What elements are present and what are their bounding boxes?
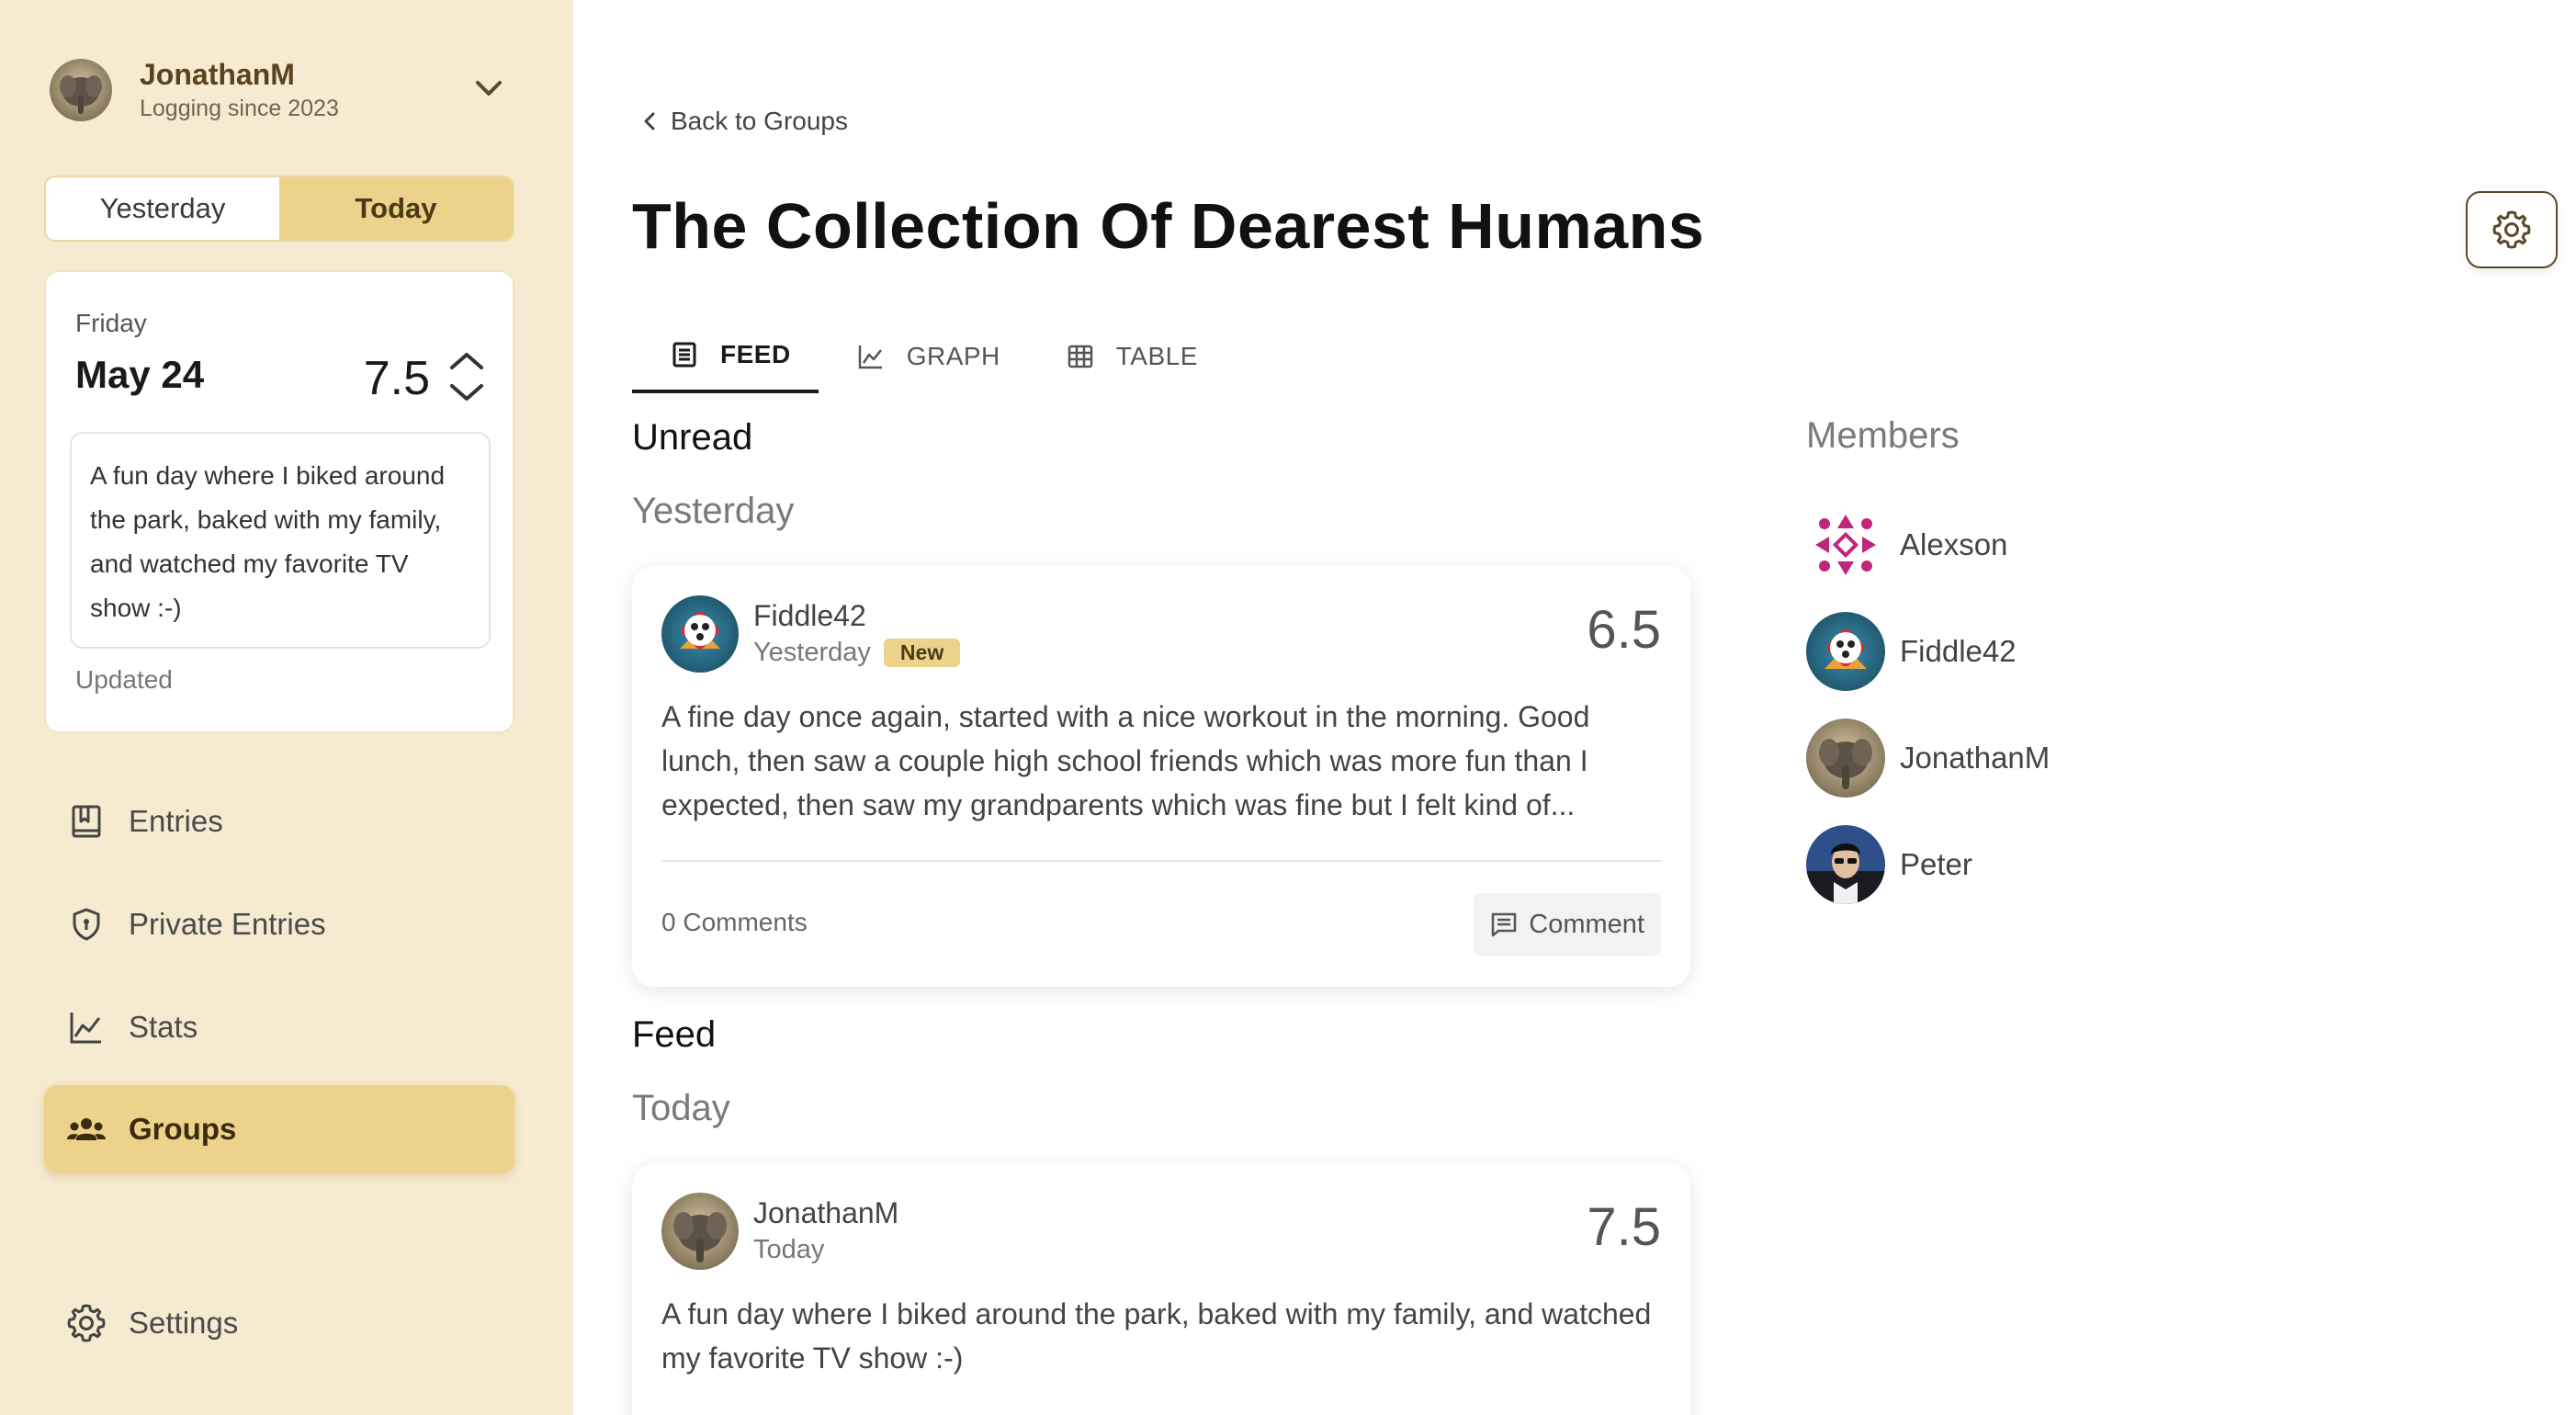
post-meta: Today	[753, 1235, 824, 1265]
comment-icon	[1492, 912, 1517, 937]
entry-weekday: Friday	[75, 309, 147, 337]
post-score: 6.5	[1587, 600, 1661, 660]
post-meta: Yesterday New	[753, 638, 961, 668]
avatar	[1806, 719, 1885, 798]
post-author[interactable]: Fiddle42	[753, 599, 866, 633]
shield-icon	[66, 904, 107, 945]
feed-heading: Feed	[632, 1014, 717, 1055]
tab-table[interactable]: TABLE	[1028, 320, 1226, 393]
entry-date: May 24	[75, 353, 205, 396]
new-badge: New	[883, 639, 961, 667]
post-score: 7.5	[1587, 1197, 1661, 1257]
avatar	[1806, 612, 1885, 691]
member-name: JonathanM	[1900, 741, 2051, 775]
score-stepper[interactable]	[446, 349, 487, 404]
unread-heading: Unread	[632, 417, 753, 458]
chevron-down-icon[interactable]	[469, 68, 509, 108]
post-card[interactable]: JonathanM Today 7.5 A fun day where I bi…	[632, 1163, 1690, 1415]
entry-score: 7.5	[363, 352, 430, 405]
comment-button-label: Comment	[1529, 909, 1644, 939]
sidebar-item-label: Stats	[129, 1010, 198, 1044]
sidebar-item-label: Entries	[129, 804, 223, 838]
unread-date-group: Yesterday	[632, 491, 795, 531]
day-entry-card: Friday May 24 7.5 A fun day where I bike…	[44, 270, 514, 733]
sidebar-item-settings[interactable]: Settings	[44, 1279, 514, 1367]
tab-label: TABLE	[1115, 342, 1198, 370]
avatar	[1806, 825, 1885, 904]
divider	[661, 860, 1661, 862]
user-subtitle: Logging since 2023	[140, 96, 339, 121]
gear-icon	[2492, 210, 2531, 249]
day-toggle: Yesterday Today	[44, 175, 514, 242]
post-body: A fun day where I biked around the park,…	[661, 1297, 1652, 1375]
sidebar-item-private-entries[interactable]: Private Entries	[44, 880, 514, 968]
member-name: Alexson	[1900, 527, 2008, 561]
line-chart-icon	[66, 1007, 107, 1047]
sidebar-item-stats[interactable]: Stats	[44, 983, 514, 1071]
sidebar: JonathanM Logging since 2023 Yesterday T…	[0, 0, 573, 1415]
member-name: Peter	[1900, 847, 1972, 881]
today-button[interactable]: Today	[279, 177, 513, 240]
avatar	[50, 59, 112, 121]
member-name: Fiddle42	[1900, 634, 2017, 668]
book-icon	[66, 801, 107, 842]
post-card[interactable]: Fiddle42 Yesterday New 6.5 A fine day on…	[632, 566, 1690, 987]
avatar	[1806, 505, 1885, 584]
post-date: Yesterday	[753, 638, 871, 667]
feed-icon	[672, 342, 696, 368]
post-body: A fine day once again, started with a ni…	[661, 700, 1590, 821]
line-chart-icon	[858, 345, 882, 369]
member-item[interactable]: Fiddle42	[1806, 612, 2017, 691]
chevron-left-icon	[644, 112, 655, 130]
sidebar-item-label: Groups	[129, 1112, 237, 1146]
back-link-label: Back to Groups	[671, 107, 848, 135]
sidebar-item-label: Private Entries	[129, 907, 326, 941]
back-to-groups-link[interactable]: Back to Groups	[641, 107, 848, 136]
member-item[interactable]: Alexson	[1806, 505, 2007, 584]
post-author[interactable]: JonathanM	[753, 1196, 898, 1230]
member-item[interactable]: JonathanM	[1806, 719, 2050, 798]
feed-date-group: Today	[632, 1088, 730, 1128]
user-menu[interactable]: JonathanM Logging since 2023	[50, 53, 509, 127]
view-tabs: FEED GRAPH TABLE	[632, 320, 1226, 393]
yesterday-button[interactable]: Yesterday	[46, 177, 279, 240]
gear-icon	[66, 1303, 107, 1343]
sidebar-item-groups[interactable]: Groups	[44, 1085, 514, 1173]
post-date: Today	[753, 1235, 825, 1264]
page-title: The Collection Of Dearest Humans	[632, 190, 1705, 262]
member-item[interactable]: Peter	[1806, 825, 1972, 904]
avatar	[661, 595, 739, 673]
table-icon	[1068, 345, 1093, 368]
members-heading: Members	[1806, 415, 1960, 456]
tab-feed[interactable]: FEED	[632, 320, 819, 393]
comment-count[interactable]: 0 Comments	[661, 908, 808, 937]
sidebar-item-label: Settings	[129, 1306, 239, 1340]
user-name: JonathanM	[140, 58, 295, 91]
group-settings-button[interactable]	[2466, 191, 2558, 268]
entry-textarea[interactable]: A fun day where I biked around the park,…	[70, 432, 491, 649]
sidebar-item-entries[interactable]: Entries	[44, 777, 514, 866]
entry-status: Updated	[75, 665, 173, 694]
tab-label: FEED	[720, 340, 791, 368]
tab-graph[interactable]: GRAPH	[819, 320, 1028, 393]
group-icon	[66, 1109, 107, 1149]
tab-label: GRAPH	[906, 342, 1000, 370]
avatar	[661, 1193, 739, 1270]
comment-button[interactable]: Comment	[1474, 893, 1661, 956]
